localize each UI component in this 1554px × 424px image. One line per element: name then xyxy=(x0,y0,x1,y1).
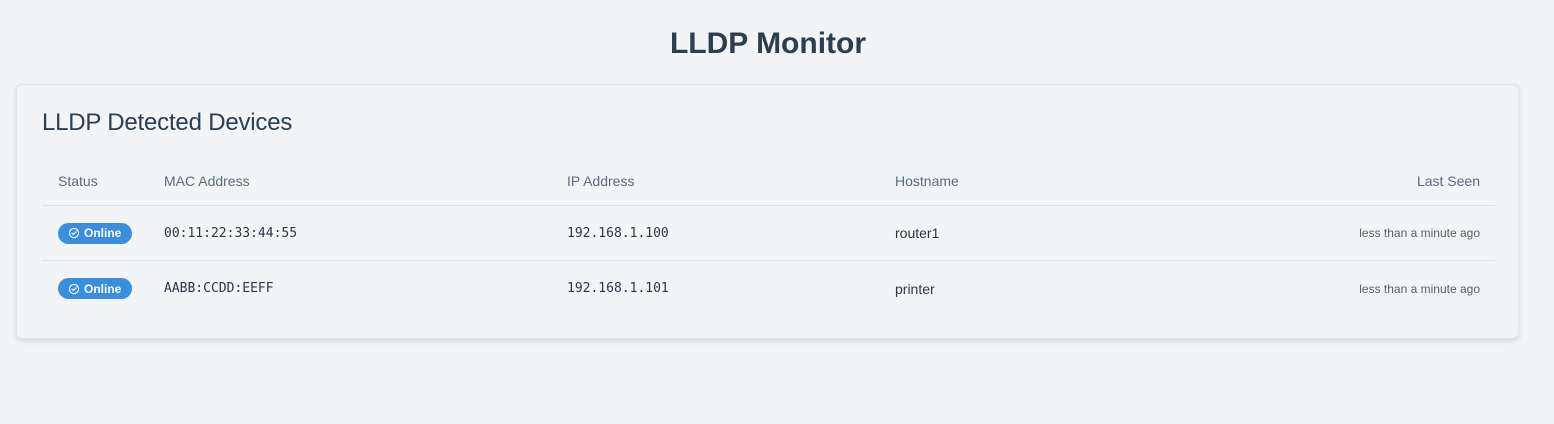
table-header-row: Status MAC Address IP Address Hostname L… xyxy=(42,157,1495,206)
column-header-hostname: Hostname xyxy=(895,173,959,189)
hostname-cell: router1 xyxy=(895,225,940,241)
last-seen-cell: less than a minute ago xyxy=(1359,281,1480,296)
status-badge: Online xyxy=(58,222,132,244)
column-header-ip: IP Address xyxy=(567,173,635,189)
column-header-last-seen: Last Seen xyxy=(1416,173,1480,189)
mac-address-cell: AABB:CCDD:EEFF xyxy=(164,281,274,296)
hostname-cell: printer xyxy=(895,280,935,297)
column-header-status: Status xyxy=(58,173,98,189)
ip-address-cell: 192.168.1.101 xyxy=(567,281,669,296)
table-row: Online AABB:CCDD:EEFF 192.168.1.101 prin… xyxy=(42,261,1495,316)
status-badge-label: Online xyxy=(84,226,122,240)
page-title: LLDP Monitor xyxy=(669,27,867,60)
status-badge: Online xyxy=(58,278,132,299)
column-header-mac: MAC Address xyxy=(164,173,250,189)
table-row: Online 00:11:22:33:44:55 192.168.1.100 r… xyxy=(42,206,1495,261)
devices-table: Status MAC Address IP Address Hostname L… xyxy=(42,157,1495,316)
last-seen-cell: less than a minute ago xyxy=(1359,226,1480,240)
mac-address-cell: 00:11:22:33:44:55 xyxy=(164,225,298,241)
ip-address-cell: 192.168.1.100 xyxy=(567,225,669,241)
check-circle-icon xyxy=(68,227,80,239)
status-badge-label: Online xyxy=(84,281,122,296)
check-circle-icon xyxy=(68,283,80,295)
card-title: LLDP Detected Devices xyxy=(42,109,293,136)
devices-card: LLDP Detected Devices Status MAC Address… xyxy=(16,84,1519,339)
